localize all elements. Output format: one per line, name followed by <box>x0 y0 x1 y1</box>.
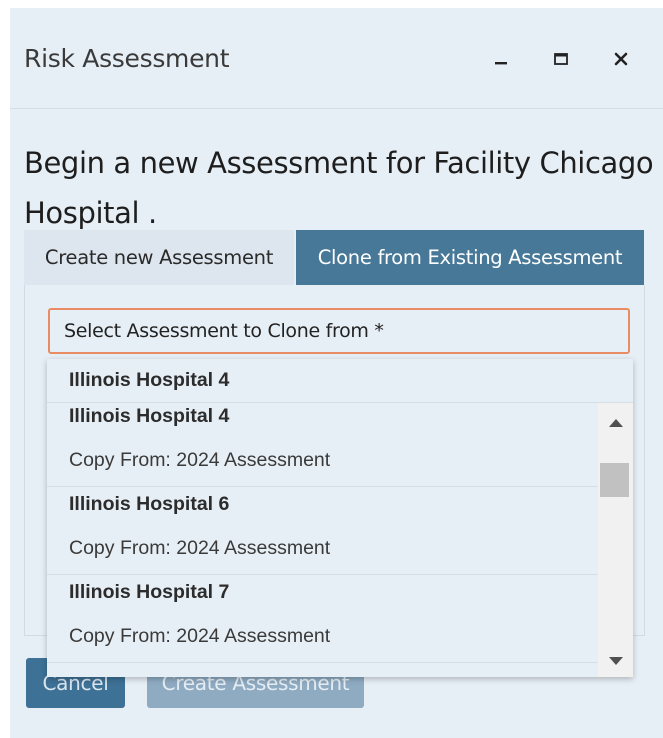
risk-assessment-dialog: Risk Assessment Begin a new Assessment f… <box>10 8 663 738</box>
dropdown-option[interactable]: Illinois Hospital 4 Copy From: 2024 Asse… <box>47 403 598 487</box>
title-bar: Risk Assessment <box>10 8 663 109</box>
maximize-icon <box>554 53 568 65</box>
dropdown-list: Illinois Hospital 4 Copy From: 2024 Asse… <box>47 403 598 677</box>
minimize-button[interactable] <box>486 44 516 74</box>
clone-source-select[interactable]: Select Assessment to Clone from * <box>48 308 630 354</box>
option-subtitle: Copy From: 2024 Assessment <box>69 449 331 471</box>
dropdown-group-header: Illinois Hospital 4 <box>47 359 633 403</box>
minimize-icon <box>495 62 507 65</box>
option-name: Illinois Hospital 7 <box>69 581 230 603</box>
triangle-up-icon <box>608 419 623 427</box>
scroll-down-button[interactable] <box>598 645 633 677</box>
triangle-down-icon <box>608 657 623 665</box>
close-button[interactable] <box>606 44 636 74</box>
scroll-up-button[interactable] <box>598 407 633 439</box>
scrollbar-thumb[interactable] <box>600 463 629 497</box>
dialog-title: Risk Assessment <box>24 44 230 73</box>
heading-line-1: Begin a new Assessment for Facility Chic… <box>24 146 654 180</box>
select-dropdown: Illinois Hospital 4 Illinois Hospital 4 … <box>47 359 633 677</box>
option-name: Illinois Hospital 4 <box>69 405 230 427</box>
option-subtitle: Copy From: 2024 Assessment <box>69 537 331 559</box>
dropdown-scrollbar[interactable] <box>598 403 633 677</box>
tab-create-new-assessment[interactable]: Create new Assessment <box>24 230 294 285</box>
maximize-button[interactable] <box>546 44 576 74</box>
option-subtitle: Copy From: 2024 Assessment <box>69 625 331 647</box>
select-placeholder: Select Assessment to Clone from * <box>64 320 384 342</box>
dropdown-option[interactable]: Illinois Hospital 6 Copy From: 2024 Asse… <box>47 487 598 575</box>
tab-clone-existing-assessment[interactable]: Clone from Existing Assessment <box>296 230 644 285</box>
dropdown-option[interactable]: Illinois Hospital 7 Copy From: 2024 Asse… <box>47 575 598 663</box>
option-name: Illinois Hospital 6 <box>69 493 230 515</box>
page-heading: Begin a new Assessment for Facility Chic… <box>24 138 663 238</box>
close-icon <box>614 52 628 66</box>
